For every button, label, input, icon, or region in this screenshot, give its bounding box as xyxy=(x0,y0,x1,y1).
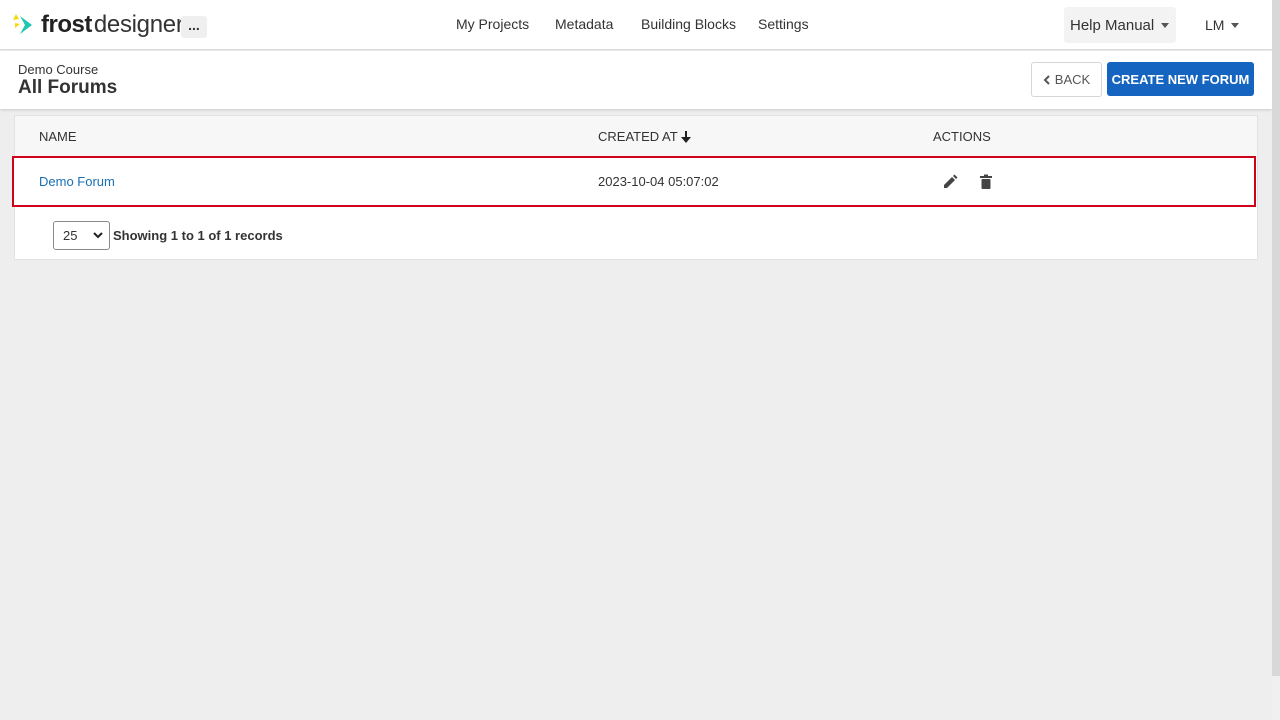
back-button-label: BACK xyxy=(1054,72,1091,87)
page-size-select[interactable]: 25 xyxy=(53,220,110,250)
table-header-row: NAME CREATED AT ACTIONS xyxy=(15,116,1257,156)
column-header-created-at[interactable]: CREATED AT xyxy=(598,129,691,144)
chevron-left-icon xyxy=(1043,74,1050,85)
nav-building-blocks[interactable]: Building Blocks xyxy=(641,16,736,32)
column-header-actions: ACTIONS xyxy=(933,129,991,144)
frost-designer-logo[interactable]: frost designer xyxy=(12,10,184,40)
forum-created-at: 2023-10-04 05:07:02 xyxy=(598,174,719,189)
chevron-down-icon xyxy=(93,232,103,239)
create-button-label: CREATE NEW FORUM xyxy=(1111,71,1250,87)
nav-my-projects[interactable]: My Projects xyxy=(456,16,529,32)
logo-brand-text: frost xyxy=(41,11,92,38)
breadcrumb-course: Demo Course xyxy=(18,62,99,77)
forum-name-link[interactable]: Demo Forum xyxy=(39,174,115,189)
records-summary: Showing 1 to 1 of 1 records xyxy=(113,227,283,243)
edit-icon[interactable] xyxy=(941,173,959,191)
help-manual-dropdown[interactable]: Help Manual xyxy=(1064,7,1176,43)
page-scrollbar[interactable] xyxy=(1272,0,1280,676)
user-menu-dropdown[interactable]: LM xyxy=(1205,17,1240,33)
caret-down-icon xyxy=(1161,22,1170,28)
help-manual-label: Help Manual xyxy=(1070,16,1155,34)
arrow-down-icon xyxy=(680,130,691,143)
page-header: Demo Course All Forums BACK CREATE NEW F… xyxy=(0,51,1272,109)
column-actions-label: ACTIONS xyxy=(933,129,991,144)
column-name-label: NAME xyxy=(39,129,77,144)
more-menu-button[interactable]: ... xyxy=(181,16,207,38)
back-button[interactable]: BACK xyxy=(1031,62,1102,97)
table-row: Demo Forum 2023-10-04 05:07:02 xyxy=(12,156,1256,207)
scrollbar-track xyxy=(1272,676,1280,720)
forums-table: NAME CREATED AT ACTIONS Demo Forum 2023-… xyxy=(12,115,1258,260)
page-title: All Forums xyxy=(18,77,118,98)
delete-icon[interactable] xyxy=(977,173,995,191)
caret-down-icon xyxy=(1231,22,1240,28)
page-size-value: 25 xyxy=(63,227,78,243)
logo-product-text: designer xyxy=(93,11,184,38)
logo-mark-icon xyxy=(13,14,32,34)
pagination: 25 Showing 1 to 1 of 1 records xyxy=(53,220,283,250)
nav-metadata[interactable]: Metadata xyxy=(555,16,613,32)
top-navbar: frost designer ... My Projects Metadata … xyxy=(0,0,1272,50)
nav-settings[interactable]: Settings xyxy=(758,16,809,32)
more-menu-label: ... xyxy=(188,17,200,33)
column-created-at-label: CREATED AT xyxy=(598,129,678,144)
create-new-forum-button[interactable]: CREATE NEW FORUM xyxy=(1107,62,1254,96)
user-initials: LM xyxy=(1205,17,1225,33)
column-header-name[interactable]: NAME xyxy=(39,129,77,144)
